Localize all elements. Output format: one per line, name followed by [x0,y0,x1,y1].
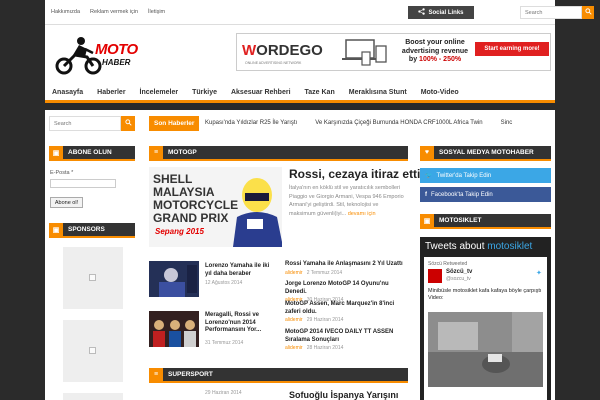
share-icon [418,8,426,17]
image-placeholder-icon [89,274,96,281]
featured-article-excerpt: İtalya'nın en köklü stil ve yaratıcılık … [289,185,404,217]
email-label: E-Posta * [50,170,74,176]
star-icon: ▣ [49,223,63,236]
read-more-link[interactable]: devamı için [348,211,376,217]
tweet-author-handle: @sozcu_tv [446,276,471,282]
heart-icon: ♥ [420,146,434,159]
list-item[interactable]: MotoGP 2014 IVECO DAILY TT ASSEN Sıralam… [285,329,405,351]
advertisement-banner[interactable]: WORDEGO ONLINE ADVERTISING NETWORK Boost… [236,33,551,71]
sidebar-search-button[interactable] [121,116,135,131]
section-title-motogp: ≡ MOTOGP [149,146,408,161]
list-item[interactable]: MotoGP Assen, Marc Marquez'in 8'inci zaf… [285,301,405,323]
article-date: 12 Ağustos 2014 [205,280,243,286]
widget-title-motosiklet: ▣ MOTOSIKLET [420,214,551,229]
ticker-item[interactable]: Ve Karşınızda Çiçeği Burnunda HONDA CRF1… [315,120,482,126]
nav-item-accessories[interactable]: Aksesuar Rehberi [224,83,298,100]
site-header: MOTO HABER WORDEGO ONLINE ADVERTISING NE… [45,25,555,83]
logo-text-haber: HABER [102,58,131,67]
twitter-timeline[interactable]: Tweets about motosiklet Sözcü Retweeted … [420,237,551,400]
sponsor-slot[interactable] [63,247,123,309]
article-title[interactable]: Lorenzo Yamaha ile iki yıl daha beraber [205,263,275,278]
tweets-heading: Tweets about motosiklet [425,241,533,252]
sidebar-search-input[interactable] [49,116,121,131]
top-bar: Hakkımızda Reklam vermek için İletişim S… [45,0,594,25]
banner-subtitle: ONLINE ADVERTISING NETWORK [245,61,302,65]
twitter-follow-button[interactable]: 🐦 Twitter'da Takip Edin [420,168,551,183]
main-nav: Anasayfa Haberler İncelemeler Türkiye Ak… [45,83,555,103]
email-field[interactable] [50,179,116,188]
banner-cta-button[interactable]: Start earning more! [475,42,549,56]
facebook-follow-button[interactable]: f Facebook'ta Takip Edin [420,187,551,202]
tweet-card[interactable]: Sözcü Retweeted Sözcü_tv @sozcu_tv ✦ Min… [424,257,547,400]
logo-text-moto: MOTO [95,41,138,58]
nav-item-news[interactable]: Haberler [90,83,132,100]
rider-photo [233,178,282,247]
image-placeholder-icon [89,347,96,354]
featured-article-title[interactable]: Rossi, cezaya itiraz etti. [289,167,424,181]
ticker-label: Son Haberler [149,116,200,131]
article-date: 31 Temmuz 2014 [205,340,244,346]
site-logo[interactable]: MOTO HABER [55,33,145,75]
nav-item-moto-video[interactable]: Moto-Video [414,83,466,100]
article-thumbnail[interactable] [149,311,199,347]
widget-title-social: ♥ SOSYAL MEDYA MOTOHABER [420,146,551,161]
search-icon [124,119,132,128]
list-icon: ≡ [149,368,163,381]
list-item[interactable]: Rossi Yamaha ile Anlaşmasını 2 Yıl Uzatt… [285,261,405,276]
tweet-text: Minibüsle motosiklet kafa kafaya böyle ç… [428,288,542,301]
ticker-item[interactable]: Sinc [501,120,513,126]
subscribe-button[interactable]: Abone ol! [50,197,83,208]
top-link-about[interactable]: Hakkımızda [51,9,80,15]
widget-title-sponsors: ▣ SPONSORS [49,223,135,238]
ticker-item[interactable]: Kupası'nda Yıldızlar R25 İle Yarıştı [205,120,297,126]
search-icon [584,8,592,17]
top-search-input[interactable] [520,6,582,19]
article-date: 29 Haziran 2014 [205,390,242,396]
top-link-advertise[interactable]: Reklam vermek için [90,9,138,15]
featured-image[interactable]: SHELL MALAYSIA MOTORCYCLE GRAND PRIX Sep… [149,167,282,247]
nav-item-stunt[interactable]: Meraklısına Stunt [342,83,414,100]
retweet-label: Sözcü Retweeted [428,261,468,267]
social-links-label: Social Links [428,9,464,16]
top-link-contact[interactable]: İletişim [148,9,165,15]
rss-icon: ▣ [49,146,63,159]
article-title[interactable]: Sofuoğlu İspanya Yarışını [289,390,398,400]
news-ticker: Son Haberler Kupası'nda Yıldızlar R25 İl… [149,116,553,131]
main-content: Son Haberler Kupası'nda Yıldızlar R25 İl… [45,110,555,400]
banner-brand: WORDEGO [242,42,323,59]
nav-item-reviews[interactable]: İncelemeler [133,83,186,100]
featured-image-date: Sepang 2015 [155,227,204,236]
section-title-supersport: ≡ SUPERSPORT [149,368,408,383]
list-icon: ▣ [420,214,434,227]
sponsor-slot[interactable] [63,393,123,400]
list-item[interactable]: Jorge Lorenzo MotoGP 14 Oyunu'nu Denedi.… [285,281,405,303]
nav-item-home[interactable]: Anasayfa [45,83,90,100]
nav-item-fresh-blood[interactable]: Taze Kan [298,83,342,100]
avatar[interactable] [428,269,442,283]
article-title[interactable]: Meragalli, Rossi ve Lorenzo'nun 2014 Per… [205,312,275,335]
twitter-icon: 🐦 [425,173,433,179]
facebook-icon: f [425,191,427,198]
sponsor-slot[interactable] [63,320,123,382]
list-icon: ≡ [149,146,163,159]
widget-title-subscribe: ▣ ABONE OLUN [49,146,135,161]
top-links: Hakkımızda Reklam vermek için İletişim [51,9,165,15]
tweet-video[interactable] [428,312,543,387]
devices-icon [342,39,387,66]
banner-text: Boost your online advertising revenue by… [401,39,469,63]
social-links-button[interactable]: Social Links [408,6,474,19]
article-thumbnail[interactable] [149,261,199,297]
twitter-bird-icon: ✦ [536,270,542,277]
nav-item-turkey[interactable]: Türkiye [185,83,224,100]
top-search-button[interactable] [582,6,594,19]
tweet-author-name[interactable]: Sözcü_tv [446,269,472,275]
